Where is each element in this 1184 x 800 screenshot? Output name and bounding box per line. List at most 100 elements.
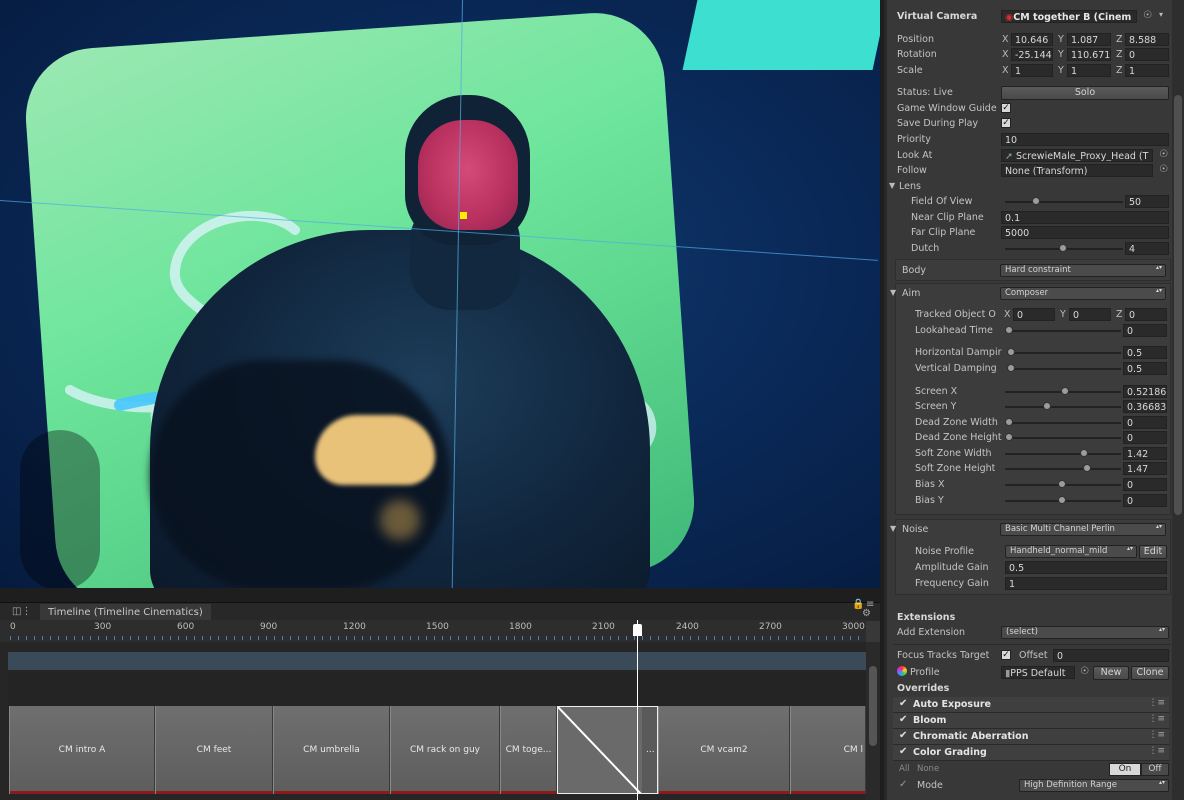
timeline-clip[interactable]: CM intro A: [9, 706, 155, 794]
checkmark-icon[interactable]: ✔: [899, 730, 907, 741]
screen-y-slider-knob[interactable]: [1043, 402, 1051, 410]
lookahead-slider-knob[interactable]: [1005, 326, 1013, 334]
bias-x-slider-knob[interactable]: [1058, 480, 1066, 488]
soft-zone-height-field[interactable]: 1.47: [1123, 462, 1167, 475]
override-bloom[interactable]: ✔ Bloom ⋮≡: [893, 713, 1169, 729]
fold-arrow-icon[interactable]: ▼: [890, 288, 896, 297]
inspector-scrollbar[interactable]: [1172, 0, 1184, 800]
timeline-clip[interactable]: CM toge...: [500, 706, 557, 794]
bias-x-field[interactable]: 0: [1123, 478, 1167, 491]
dutch-slider-knob[interactable]: [1059, 244, 1067, 252]
menu-icon[interactable]: ⋮≡: [1148, 730, 1165, 740]
add-extension-dropdown[interactable]: (select): [1001, 626, 1169, 639]
virtual-camera-field[interactable]: ◉CM together B (Cinem: [1001, 10, 1137, 23]
object-picker-icon[interactable]: ☉: [1080, 666, 1089, 677]
dead-zone-width-slider-knob[interactable]: [1005, 418, 1013, 426]
checkmark-icon[interactable]: ✓: [899, 779, 907, 790]
override-auto-exposure[interactable]: ✔ Auto Exposure ⋮≡: [893, 697, 1169, 713]
game-window-guides-checkbox[interactable]: ✓: [1001, 103, 1011, 113]
vertical-damping-field[interactable]: 0.5: [1123, 362, 1167, 375]
dead-zone-height-slider-knob[interactable]: [1005, 433, 1013, 441]
lookahead-slider-track[interactable]: [1005, 330, 1121, 332]
playhead-handle[interactable]: [633, 624, 642, 636]
scrollbar-thumb[interactable]: [869, 666, 877, 746]
near-clip-field[interactable]: 0.1: [1001, 211, 1169, 224]
solo-button[interactable]: Solo: [1001, 86, 1169, 100]
profile-field[interactable]: ▮PPS Default: [1001, 666, 1075, 679]
edit-button[interactable]: Edit: [1139, 545, 1167, 559]
rotation-z-field[interactable]: 0: [1125, 48, 1169, 61]
focus-tracks-checkbox[interactable]: ✓: [1001, 650, 1011, 660]
far-clip-field[interactable]: 5000: [1001, 226, 1169, 239]
soft-zone-width-slider-track[interactable]: [1005, 453, 1121, 455]
timeline-clip[interactable]: CM vcam2: [658, 706, 790, 794]
checkmark-icon[interactable]: ✔: [899, 698, 907, 709]
tracked-offset-y-field[interactable]: 0: [1069, 308, 1111, 321]
clone-profile-button[interactable]: Clone: [1131, 666, 1169, 680]
bias-y-slider-knob[interactable]: [1058, 496, 1066, 504]
amplitude-gain-field[interactable]: 0.5: [1005, 561, 1167, 574]
menu-icon[interactable]: ⋮≡: [1148, 714, 1165, 724]
lens-foldout[interactable]: ▼ Lens: [887, 179, 1173, 195]
noise-profile-dropdown[interactable]: Handheld_normal_mild: [1005, 545, 1137, 558]
tracked-offset-z-field[interactable]: 0: [1125, 308, 1167, 321]
body-dropdown[interactable]: Hard constraint: [1000, 264, 1166, 277]
timeline-scrollbar[interactable]: [866, 642, 880, 800]
soft-zone-width-field[interactable]: 1.42: [1123, 447, 1167, 460]
object-picker-icon[interactable]: ☉: [1159, 149, 1168, 160]
scale-z-field[interactable]: 1: [1125, 64, 1169, 77]
timeline-clip[interactable]: CM rack on guy: [390, 706, 500, 794]
timeline-clip[interactable]: CM feet: [155, 706, 273, 794]
horizontal-damping-slider-track[interactable]: [1007, 352, 1121, 354]
position-y-field[interactable]: 1.087: [1067, 33, 1111, 46]
timeline-tab[interactable]: Timeline (Timeline Cinematics): [40, 604, 211, 621]
priority-field[interactable]: 10: [1001, 133, 1169, 146]
object-picker-icon[interactable]: ☉: [1159, 164, 1168, 175]
timeline-tracks[interactable]: CM intro A CM feet CM umbrella CM rack o…: [0, 642, 866, 800]
gear-icon[interactable]: ⚙: [862, 608, 871, 619]
timeline-clip[interactable]: CM l: [790, 706, 866, 794]
timeline-blend-clip[interactable]: ...: [557, 706, 658, 794]
scale-y-field[interactable]: 1: [1067, 64, 1111, 77]
rotation-x-field[interactable]: -25.144: [1011, 48, 1053, 61]
vertical-damping-slider-knob[interactable]: [1007, 364, 1015, 372]
dead-zone-height-slider-track[interactable]: [1005, 437, 1121, 439]
new-profile-button[interactable]: New: [1093, 666, 1129, 680]
look-at-field[interactable]: ➚ ScrewieMale_Proxy_Head (T: [1001, 149, 1153, 162]
screen-y-slider-track[interactable]: [1005, 406, 1121, 408]
scrollbar-thumb[interactable]: [1174, 95, 1182, 515]
position-z-field[interactable]: 8.588: [1125, 33, 1169, 46]
override-chromatic-aberration[interactable]: ✔ Chromatic Aberration ⋮≡: [893, 729, 1169, 745]
on-toggle[interactable]: On: [1109, 763, 1141, 776]
fov-field[interactable]: 50: [1125, 195, 1169, 208]
dropdown-arrow-icon[interactable]: ▾: [1159, 10, 1163, 19]
timeline-clip[interactable]: CM umbrella: [273, 706, 390, 794]
horizontal-damping-field[interactable]: 0.5: [1123, 346, 1167, 359]
offset-field[interactable]: 0: [1053, 649, 1169, 662]
aim-dropdown[interactable]: Composer: [1000, 287, 1166, 300]
noise-dropdown[interactable]: Basic Multi Channel Perlin: [1000, 523, 1166, 536]
horizontal-damping-slider-knob[interactable]: [1007, 348, 1015, 356]
save-during-play-checkbox[interactable]: ✓: [1001, 118, 1011, 128]
none-link[interactable]: None: [917, 764, 939, 774]
scale-x-field[interactable]: 1: [1011, 64, 1053, 77]
all-link[interactable]: All: [899, 764, 910, 774]
screen-y-field[interactable]: 0.36683: [1123, 400, 1167, 413]
frequency-gain-field[interactable]: 1: [1005, 577, 1167, 590]
menu-icon[interactable]: ⋮≡: [1148, 698, 1165, 708]
rotation-y-field[interactable]: 110.671: [1067, 48, 1111, 61]
lookahead-time-field[interactable]: 0: [1123, 324, 1167, 337]
game-viewport[interactable]: [0, 0, 880, 588]
position-x-field[interactable]: 10.646: [1011, 33, 1053, 46]
timeline-track-upper[interactable]: [8, 652, 866, 670]
soft-zone-height-slider-track[interactable]: [1005, 468, 1121, 470]
tracked-offset-x-field[interactable]: 0: [1013, 308, 1055, 321]
dead-zone-height-field[interactable]: 0: [1123, 431, 1167, 444]
menu-icon[interactable]: ⋮≡: [1148, 746, 1165, 756]
screen-x-slider-knob[interactable]: [1061, 387, 1069, 395]
checkmark-icon[interactable]: ✔: [899, 746, 907, 757]
fov-slider-track[interactable]: [1005, 201, 1123, 203]
dead-zone-width-field[interactable]: 0: [1123, 416, 1167, 429]
mode-dropdown[interactable]: High Definition Range: [1019, 779, 1169, 792]
timeline-ruler[interactable]: 0 300 600 900 1200 1500 1800 2100 2400 2…: [0, 620, 866, 643]
